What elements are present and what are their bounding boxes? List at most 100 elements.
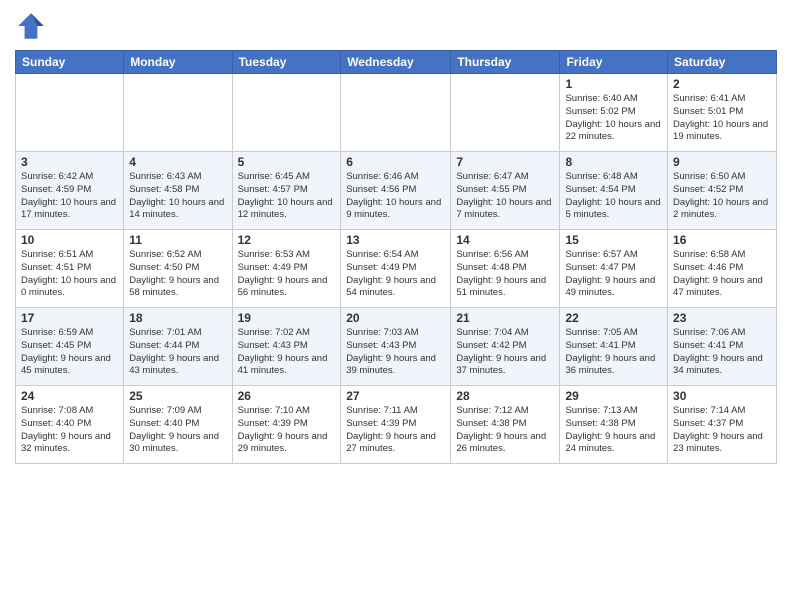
day-info: Sunrise: 6:52 AMSunset: 4:50 PMDaylight:… — [129, 249, 226, 300]
calendar-cell — [16, 74, 124, 152]
day-info: Sunrise: 7:13 AMSunset: 4:38 PMDaylight:… — [565, 405, 662, 456]
day-number: 3 — [21, 155, 118, 169]
calendar-cell: 23 Sunrise: 7:06 AMSunset: 4:41 PMDayligh… — [668, 308, 777, 386]
day-number: 18 — [129, 311, 226, 325]
day-number: 28 — [456, 389, 554, 403]
day-info: Sunrise: 6:48 AMSunset: 4:54 PMDaylight:… — [565, 171, 662, 222]
day-number: 25 — [129, 389, 226, 403]
day-info: Sunrise: 7:08 AMSunset: 4:40 PMDaylight:… — [21, 405, 118, 456]
day-number: 10 — [21, 233, 118, 247]
day-number: 15 — [565, 233, 662, 247]
calendar-col-header: Wednesday — [341, 51, 451, 74]
day-number: 16 — [673, 233, 771, 247]
calendar-col-header: Tuesday — [232, 51, 341, 74]
day-info: Sunrise: 6:54 AMSunset: 4:49 PMDaylight:… — [346, 249, 445, 300]
calendar-header-row: SundayMondayTuesdayWednesdayThursdayFrid… — [16, 51, 777, 74]
calendar-cell: 30Sunrise: 7:14 AMSunset: 4:37 PMDayligh… — [668, 386, 777, 464]
day-number: 14 — [456, 233, 554, 247]
calendar-cell: 21 Sunrise: 7:04 AMSunset: 4:42 PMDayligh… — [451, 308, 560, 386]
calendar-col-header: Friday — [560, 51, 668, 74]
day-info: Sunrise: 6:50 AMSunset: 4:52 PMDaylight:… — [673, 171, 771, 222]
day-number: 9 — [673, 155, 771, 169]
day-number: 24 — [21, 389, 118, 403]
calendar-cell: 25 Sunrise: 7:09 AMSunset: 4:40 PMDayligh… — [124, 386, 232, 464]
day-info: Sunrise: 6:58 AMSunset: 4:46 PMDaylight:… — [673, 249, 771, 300]
page: SundayMondayTuesdayWednesdayThursdayFrid… — [0, 0, 792, 612]
calendar-cell: 5 Sunrise: 6:45 AMSunset: 4:57 PMDaylight… — [232, 152, 341, 230]
calendar-cell: 20 Sunrise: 7:03 AMSunset: 4:43 PMDayligh… — [341, 308, 451, 386]
day-info: Sunrise: 6:46 AMSunset: 4:56 PMDaylight:… — [346, 171, 445, 222]
calendar-col-header: Monday — [124, 51, 232, 74]
day-info: Sunrise: 6:43 AMSunset: 4:58 PMDaylight:… — [129, 171, 226, 222]
calendar-cell: 10 Sunrise: 6:51 AMSunset: 4:51 PMDayligh… — [16, 230, 124, 308]
day-info: Sunrise: 7:01 AMSunset: 4:44 PMDaylight:… — [129, 327, 226, 378]
calendar-cell: 22 Sunrise: 7:05 AMSunset: 4:41 PMDayligh… — [560, 308, 668, 386]
calendar-week-row: 1 Sunrise: 6:40 AMSunset: 5:02 PMDaylight… — [16, 74, 777, 152]
day-info: Sunrise: 6:59 AMSunset: 4:45 PMDaylight:… — [21, 327, 118, 378]
calendar-cell: 26 Sunrise: 7:10 AMSunset: 4:39 PMDayligh… — [232, 386, 341, 464]
calendar-week-row: 3Sunrise: 6:42 AMSunset: 4:59 PMDaylight… — [16, 152, 777, 230]
day-number: 2 — [673, 77, 771, 91]
header — [15, 10, 777, 42]
calendar-cell: 14 Sunrise: 6:56 AMSunset: 4:48 PMDayligh… — [451, 230, 560, 308]
calendar-week-row: 10 Sunrise: 6:51 AMSunset: 4:51 PMDayligh… — [16, 230, 777, 308]
day-number: 20 — [346, 311, 445, 325]
day-info: Sunrise: 7:12 AMSunset: 4:38 PMDaylight:… — [456, 405, 554, 456]
day-number: 17 — [21, 311, 118, 325]
logo — [15, 10, 51, 42]
day-info: Sunrise: 7:11 AMSunset: 4:39 PMDaylight:… — [346, 405, 445, 456]
calendar-cell — [232, 74, 341, 152]
day-info: Sunrise: 6:53 AMSunset: 4:49 PMDaylight:… — [238, 249, 336, 300]
day-info: Sunrise: 7:10 AMSunset: 4:39 PMDaylight:… — [238, 405, 336, 456]
calendar-cell: 9 Sunrise: 6:50 AMSunset: 4:52 PMDaylight… — [668, 152, 777, 230]
day-number: 19 — [238, 311, 336, 325]
day-number: 27 — [346, 389, 445, 403]
calendar-cell: 7Sunrise: 6:47 AMSunset: 4:55 PMDaylight… — [451, 152, 560, 230]
calendar-cell: 3Sunrise: 6:42 AMSunset: 4:59 PMDaylight… — [16, 152, 124, 230]
calendar-week-row: 17 Sunrise: 6:59 AMSunset: 4:45 PMDayligh… — [16, 308, 777, 386]
day-number: 1 — [565, 77, 662, 91]
calendar-cell: 27 Sunrise: 7:11 AMSunset: 4:39 PMDayligh… — [341, 386, 451, 464]
day-number: 23 — [673, 311, 771, 325]
day-number: 8 — [565, 155, 662, 169]
day-number: 21 — [456, 311, 554, 325]
day-number: 30 — [673, 389, 771, 403]
calendar-cell: 15 Sunrise: 6:57 AMSunset: 4:47 PMDayligh… — [560, 230, 668, 308]
day-info: Sunrise: 6:51 AMSunset: 4:51 PMDaylight:… — [21, 249, 118, 300]
day-info: Sunrise: 7:03 AMSunset: 4:43 PMDaylight:… — [346, 327, 445, 378]
day-info: Sunrise: 6:56 AMSunset: 4:48 PMDaylight:… — [456, 249, 554, 300]
day-info: Sunrise: 6:57 AMSunset: 4:47 PMDaylight:… — [565, 249, 662, 300]
day-info: Sunrise: 7:02 AMSunset: 4:43 PMDaylight:… — [238, 327, 336, 378]
day-info: Sunrise: 7:04 AMSunset: 4:42 PMDaylight:… — [456, 327, 554, 378]
day-number: 4 — [129, 155, 226, 169]
calendar-cell — [124, 74, 232, 152]
calendar-col-header: Saturday — [668, 51, 777, 74]
day-number: 29 — [565, 389, 662, 403]
calendar-cell: 18 Sunrise: 7:01 AMSunset: 4:44 PMDayligh… — [124, 308, 232, 386]
day-info: Sunrise: 7:06 AMSunset: 4:41 PMDaylight:… — [673, 327, 771, 378]
calendar-cell: 6 Sunrise: 6:46 AMSunset: 4:56 PMDaylight… — [341, 152, 451, 230]
day-number: 12 — [238, 233, 336, 247]
calendar: SundayMondayTuesdayWednesdayThursdayFrid… — [15, 50, 777, 464]
calendar-cell: 12 Sunrise: 6:53 AMSunset: 4:49 PMDayligh… — [232, 230, 341, 308]
calendar-cell: 1 Sunrise: 6:40 AMSunset: 5:02 PMDaylight… — [560, 74, 668, 152]
calendar-cell: 13Sunrise: 6:54 AMSunset: 4:49 PMDayligh… — [341, 230, 451, 308]
logo-icon — [15, 10, 47, 42]
day-info: Sunrise: 7:09 AMSunset: 4:40 PMDaylight:… — [129, 405, 226, 456]
day-number: 22 — [565, 311, 662, 325]
calendar-cell: 2 Sunrise: 6:41 AMSunset: 5:01 PMDaylight… — [668, 74, 777, 152]
calendar-cell: 11 Sunrise: 6:52 AMSunset: 4:50 PMDayligh… — [124, 230, 232, 308]
day-info: Sunrise: 7:05 AMSunset: 4:41 PMDaylight:… — [565, 327, 662, 378]
day-number: 26 — [238, 389, 336, 403]
day-number: 11 — [129, 233, 226, 247]
day-number: 5 — [238, 155, 336, 169]
calendar-cell: 4 Sunrise: 6:43 AMSunset: 4:58 PMDaylight… — [124, 152, 232, 230]
day-info: Sunrise: 6:40 AMSunset: 5:02 PMDaylight:… — [565, 93, 662, 144]
day-info: Sunrise: 6:41 AMSunset: 5:01 PMDaylight:… — [673, 93, 771, 144]
day-number: 6 — [346, 155, 445, 169]
calendar-cell: 28 Sunrise: 7:12 AMSunset: 4:38 PMDayligh… — [451, 386, 560, 464]
calendar-cell: 17 Sunrise: 6:59 AMSunset: 4:45 PMDayligh… — [16, 308, 124, 386]
day-info: Sunrise: 6:45 AMSunset: 4:57 PMDaylight:… — [238, 171, 336, 222]
calendar-cell: 29 Sunrise: 7:13 AMSunset: 4:38 PMDayligh… — [560, 386, 668, 464]
calendar-cell: 19 Sunrise: 7:02 AMSunset: 4:43 PMDayligh… — [232, 308, 341, 386]
